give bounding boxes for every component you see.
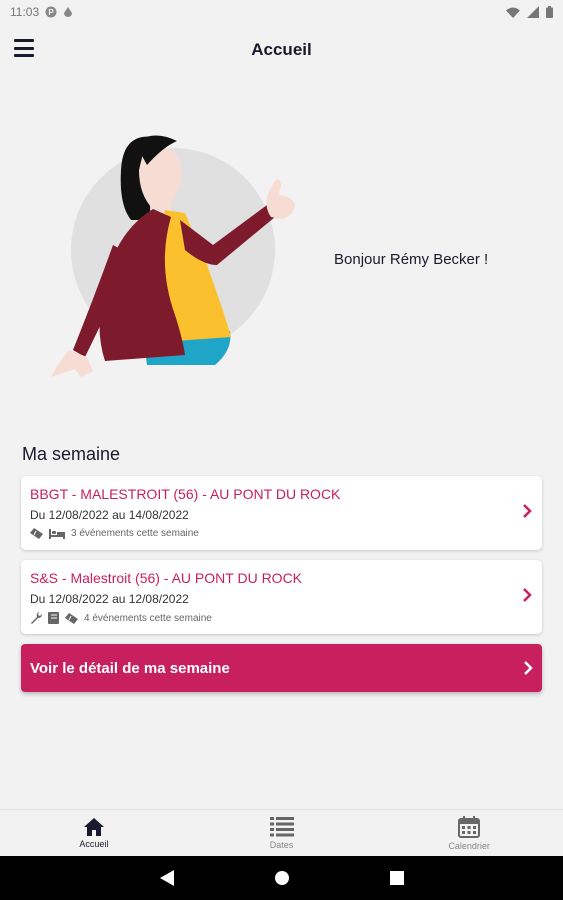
week-event-card[interactable]: BBGT - MALESTROIT (56) - AU PONT DU ROCK… bbox=[21, 476, 542, 550]
status-bar: 11:03 P bbox=[0, 0, 563, 24]
notification-drop-icon bbox=[64, 7, 73, 17]
back-icon[interactable] bbox=[159, 870, 174, 886]
nav-label: Calendrier bbox=[448, 840, 490, 851]
list-icon bbox=[269, 816, 294, 836]
event-dates: Du 12/08/2022 au 14/08/2022 bbox=[30, 508, 189, 522]
wifi-icon bbox=[506, 7, 520, 18]
signal-icon bbox=[527, 6, 539, 18]
ticket-icon bbox=[65, 612, 78, 624]
event-meta: 3 événements cette semaine bbox=[30, 528, 533, 539]
bottom-nav: Accueil Dates Calendrier bbox=[0, 809, 563, 856]
event-count: 3 événements cette semaine bbox=[71, 528, 199, 539]
welcome-illustration bbox=[51, 135, 295, 377]
event-title: BBGT - MALESTROIT (56) - AU PONT DU ROCK bbox=[30, 486, 341, 502]
system-nav-bar bbox=[0, 856, 563, 900]
menu-icon[interactable] bbox=[14, 39, 34, 57]
app-bar: Accueil bbox=[0, 24, 563, 76]
bed-icon bbox=[49, 528, 65, 539]
event-meta: 4 événements cette semaine bbox=[30, 612, 533, 624]
nav-item-dates[interactable]: Dates bbox=[188, 810, 376, 856]
wrench-icon bbox=[31, 612, 42, 624]
chevron-right-icon bbox=[523, 588, 532, 602]
book-icon bbox=[48, 612, 59, 624]
calendar-icon bbox=[458, 815, 481, 838]
status-time: 11:03 bbox=[10, 5, 40, 19]
event-count: 4 événements cette semaine bbox=[84, 612, 212, 624]
week-event-card[interactable]: S&S - Malestroit (56) - AU PONT DU ROCK … bbox=[21, 560, 542, 634]
nav-item-calendrier[interactable]: Calendrier bbox=[375, 810, 563, 856]
week-detail-button[interactable]: Voir le détail de ma semaine bbox=[21, 644, 542, 692]
nav-label: Dates bbox=[269, 839, 294, 850]
svg-text:P: P bbox=[48, 8, 54, 17]
home-icon bbox=[83, 817, 104, 836]
nav-item-accueil[interactable]: Accueil bbox=[0, 810, 188, 856]
section-title-week: Ma semaine bbox=[22, 444, 121, 464]
battery-icon bbox=[546, 6, 553, 18]
greeting-text: Bonjour Rémy Becker ! bbox=[334, 251, 489, 268]
page-title: Accueil bbox=[251, 40, 312, 59]
home-circle-icon[interactable] bbox=[274, 870, 290, 886]
event-dates: Du 12/08/2022 au 12/08/2022 bbox=[30, 592, 189, 606]
event-title: S&S - Malestroit (56) - AU PONT DU ROCK bbox=[30, 570, 303, 586]
chevron-right-icon bbox=[524, 661, 533, 675]
chevron-right-icon bbox=[523, 504, 532, 518]
ticket-icon bbox=[30, 528, 43, 539]
week-detail-label: Voir le détail de ma semaine bbox=[30, 659, 230, 677]
nav-label: Accueil bbox=[79, 838, 109, 849]
recents-icon[interactable] bbox=[389, 871, 404, 885]
notification-p-icon: P bbox=[45, 6, 57, 18]
